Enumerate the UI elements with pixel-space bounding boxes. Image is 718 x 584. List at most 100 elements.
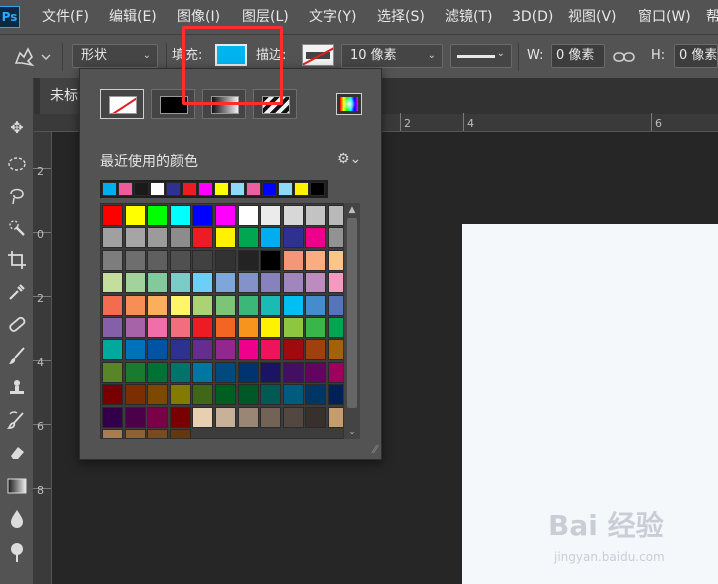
color-swatch[interactable]: [215, 272, 236, 294]
color-swatch[interactable]: [169, 429, 191, 438]
color-swatch[interactable]: [102, 339, 123, 361]
color-swatch[interactable]: [124, 205, 146, 226]
color-swatch[interactable]: [260, 249, 282, 271]
color-swatch[interactable]: [305, 361, 327, 383]
color-swatch[interactable]: [102, 317, 123, 338]
color-swatch[interactable]: [147, 406, 169, 428]
color-swatch[interactable]: [124, 361, 146, 383]
color-swatch[interactable]: [124, 249, 146, 271]
color-swatch[interactable]: [305, 406, 327, 428]
color-swatch[interactable]: [169, 205, 191, 226]
color-swatch[interactable]: [282, 227, 304, 249]
color-swatch[interactable]: [169, 249, 191, 271]
color-swatch[interactable]: [260, 205, 282, 226]
menu-type[interactable]: 文字(Y): [309, 0, 356, 34]
scrollbar-thumb[interactable]: [347, 218, 357, 408]
color-swatch[interactable]: [215, 361, 236, 383]
menu-3d[interactable]: 3D(D): [512, 0, 553, 34]
width-input[interactable]: 0 像素: [551, 44, 605, 68]
marquee-tool-icon[interactable]: [0, 148, 34, 180]
color-swatch[interactable]: [237, 249, 259, 271]
lasso-tool-icon[interactable]: [0, 180, 34, 212]
chevron-up-icon[interactable]: ▲: [344, 203, 360, 217]
recent-color-swatch[interactable]: [166, 182, 181, 196]
color-swatch[interactable]: [147, 294, 169, 316]
quick-selection-tool-icon[interactable]: [0, 212, 34, 244]
color-swatch[interactable]: [237, 227, 259, 249]
color-swatch[interactable]: [260, 294, 282, 316]
menu-filter[interactable]: 滤镜(T): [445, 0, 492, 34]
color-swatch[interactable]: [282, 361, 304, 383]
color-swatch[interactable]: [124, 406, 146, 428]
photoshop-logo-icon[interactable]: Ps: [0, 6, 20, 28]
menu-select[interactable]: 选择(S): [377, 0, 425, 34]
shape-mode-select[interactable]: 形状 ⌄: [72, 44, 158, 68]
stroke-type-select[interactable]: ⌄: [450, 44, 512, 68]
recent-color-swatch[interactable]: [310, 182, 325, 196]
color-swatch[interactable]: [260, 384, 282, 406]
color-swatch[interactable]: [102, 249, 123, 271]
color-swatch[interactable]: [169, 384, 191, 406]
gear-icon[interactable]: ⚙⌄: [337, 151, 361, 167]
height-input[interactable]: 0 像素: [674, 44, 718, 68]
recent-color-swatch[interactable]: [246, 182, 261, 196]
color-swatch[interactable]: [147, 249, 169, 271]
color-swatch[interactable]: [169, 317, 191, 338]
menu-edit[interactable]: 编辑(E): [109, 0, 157, 34]
color-swatch[interactable]: [147, 227, 169, 249]
color-swatch[interactable]: [192, 317, 214, 338]
color-swatch[interactable]: [102, 294, 123, 316]
link-dimensions-button[interactable]: [612, 49, 638, 65]
color-swatch[interactable]: [260, 339, 282, 361]
color-swatch[interactable]: [124, 272, 146, 294]
color-swatch[interactable]: [305, 339, 327, 361]
swatch-scrollbar[interactable]: ▲ ⌄: [343, 203, 360, 439]
color-swatch[interactable]: [192, 205, 214, 226]
color-swatch[interactable]: [192, 339, 214, 361]
color-swatch[interactable]: [282, 294, 304, 316]
color-swatch[interactable]: [282, 406, 304, 428]
clone-stamp-tool-icon[interactable]: [0, 372, 34, 404]
color-swatch[interactable]: [215, 384, 236, 406]
menu-view[interactable]: 视图(V): [568, 0, 617, 34]
recent-color-swatch[interactable]: [278, 182, 293, 196]
color-swatch[interactable]: [169, 406, 191, 428]
color-swatch[interactable]: [215, 406, 236, 428]
color-swatch[interactable]: [260, 406, 282, 428]
color-swatch[interactable]: [260, 227, 282, 249]
color-swatch[interactable]: [237, 339, 259, 361]
color-swatch[interactable]: [147, 339, 169, 361]
color-swatch[interactable]: [305, 294, 327, 316]
color-swatch[interactable]: [147, 429, 169, 438]
color-swatch[interactable]: [215, 317, 236, 338]
color-swatch[interactable]: [192, 294, 214, 316]
history-brush-tool-icon[interactable]: [0, 404, 34, 436]
color-swatch[interactable]: [102, 272, 123, 294]
color-swatch[interactable]: [305, 317, 327, 338]
tool-preset-picker[interactable]: [10, 43, 54, 71]
color-swatch[interactable]: [102, 384, 123, 406]
color-swatch[interactable]: [124, 429, 146, 438]
color-swatch[interactable]: [305, 205, 327, 226]
color-swatch[interactable]: [237, 406, 259, 428]
color-swatch[interactable]: [147, 361, 169, 383]
color-swatch[interactable]: [237, 361, 259, 383]
recent-color-swatch[interactable]: [134, 182, 149, 196]
color-swatch[interactable]: [102, 227, 123, 249]
recent-color-swatch[interactable]: [294, 182, 309, 196]
stroke-width-field[interactable]: 10 像素 ⌄: [341, 44, 443, 68]
chevron-down-icon[interactable]: ⌄: [344, 425, 360, 439]
color-swatch[interactable]: [260, 361, 282, 383]
color-swatch[interactable]: [102, 361, 123, 383]
color-swatch[interactable]: [124, 227, 146, 249]
color-swatch[interactable]: [305, 249, 327, 271]
color-swatch[interactable]: [102, 205, 123, 226]
color-swatch[interactable]: [169, 294, 191, 316]
color-swatch[interactable]: [215, 294, 236, 316]
color-swatch[interactable]: [237, 317, 259, 338]
color-swatch[interactable]: [237, 272, 259, 294]
color-swatch[interactable]: [169, 361, 191, 383]
resize-grip-icon[interactable]: ⁄⁄: [373, 443, 377, 456]
color-swatch[interactable]: [124, 294, 146, 316]
color-swatch[interactable]: [192, 384, 214, 406]
